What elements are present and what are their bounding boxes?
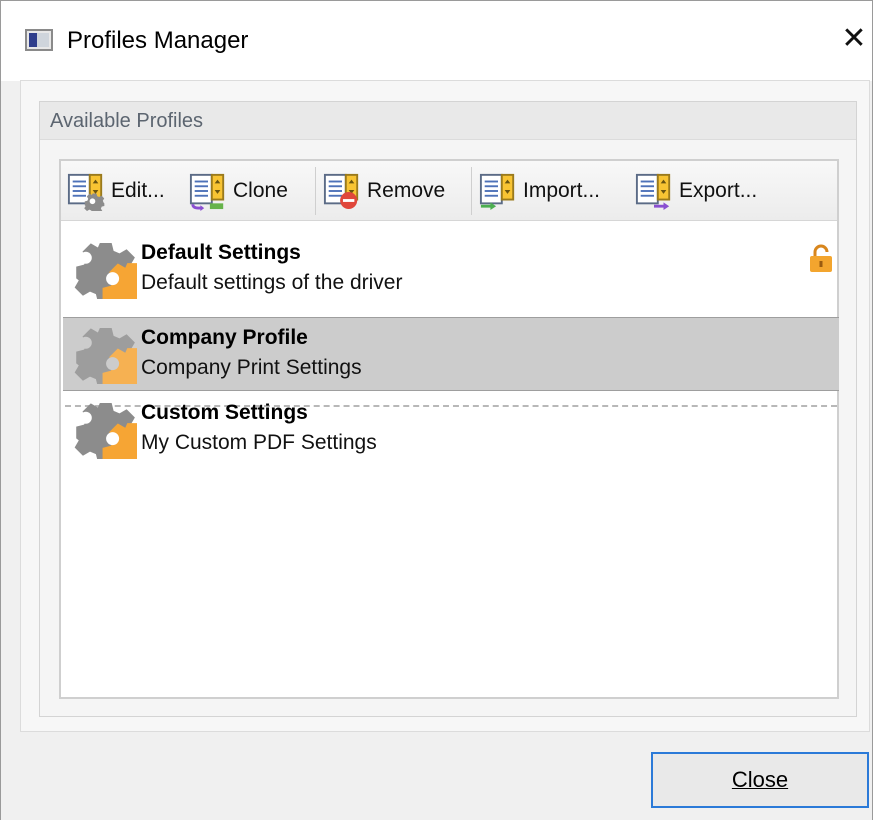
remove-profile-icon bbox=[323, 171, 361, 211]
profile-description: Company Print Settings bbox=[141, 356, 362, 379]
import-button-label: Import... bbox=[523, 179, 601, 202]
profiles-toolbar: Edit... Clone Remove Import... Export... bbox=[61, 161, 837, 221]
remove-button[interactable]: Remove bbox=[323, 167, 445, 215]
import-button[interactable]: Import... bbox=[479, 167, 600, 215]
close-button-label: Close bbox=[731, 767, 789, 792]
title-bar: Profiles Manager ✕ bbox=[1, 1, 872, 81]
edit-profile-icon bbox=[67, 171, 105, 211]
profile-row-custom[interactable]: Custom Settings My Custom PDF Settings bbox=[63, 393, 839, 467]
profile-name: Company Profile bbox=[141, 326, 308, 349]
group-title: Available Profiles bbox=[50, 110, 204, 132]
clone-button-label: Clone bbox=[233, 179, 288, 202]
profile-gears-icon bbox=[67, 324, 137, 384]
profile-gears-icon bbox=[67, 399, 137, 459]
lock-icon bbox=[807, 243, 835, 273]
window-title: Profiles Manager bbox=[67, 27, 249, 54]
profile-gears-icon bbox=[67, 239, 137, 299]
toolbar-separator bbox=[471, 167, 472, 215]
toolbar-separator bbox=[315, 167, 316, 215]
app-window-icon bbox=[25, 29, 53, 51]
profiles-panel: Edit... Clone Remove Import... Export...… bbox=[59, 159, 839, 699]
export-button-label: Export... bbox=[679, 179, 758, 202]
group-header: Available Profiles bbox=[40, 102, 856, 140]
profile-description: Default settings of the driver bbox=[141, 271, 403, 294]
profiles-manager-window: Profiles Manager ✕ Available Profiles Ed… bbox=[0, 0, 873, 820]
edit-button-label: Edit... bbox=[111, 179, 165, 202]
clone-profile-icon bbox=[189, 171, 227, 211]
profile-row-company[interactable]: Company Profile Company Print Settings bbox=[63, 317, 839, 391]
window-close-icon[interactable]: ✕ bbox=[837, 17, 871, 61]
profile-name: Custom Settings bbox=[141, 401, 308, 424]
export-button[interactable]: Export... bbox=[635, 167, 757, 215]
import-profile-icon bbox=[479, 171, 517, 211]
export-profile-icon bbox=[635, 171, 673, 211]
edit-button[interactable]: Edit... bbox=[67, 167, 165, 215]
profile-row-default[interactable]: Default Settings Default settings of the… bbox=[63, 233, 839, 307]
profile-name: Default Settings bbox=[141, 241, 301, 264]
remove-button-label: Remove bbox=[367, 179, 446, 202]
profile-description: My Custom PDF Settings bbox=[141, 431, 377, 454]
close-button[interactable]: Close bbox=[651, 752, 869, 808]
clone-button[interactable]: Clone bbox=[189, 167, 288, 215]
